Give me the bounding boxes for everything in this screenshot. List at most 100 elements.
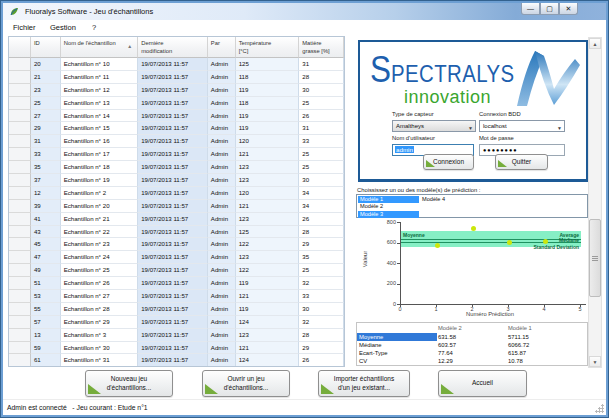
y-tick-label: 400 [374, 260, 396, 266]
sensor-type-select[interactable]: Amaltheys▼ [392, 120, 476, 132]
col-header-modification[interactable]: Dernière modification [138, 37, 208, 58]
col-header-id[interactable]: ID [31, 37, 61, 58]
table-row[interactable]: 27Echantillon n° 1419/07/2013 11:57Admin… [9, 110, 344, 123]
row-header-cell [9, 226, 31, 239]
table-cell: Echantillon n° 24 [61, 251, 139, 264]
accueil-button[interactable]: Accueil [438, 370, 527, 397]
table-row[interactable]: 61Echantillon n° 3119/07/2013 11:57Admin… [9, 354, 344, 367]
table-row[interactable]: 23Echantillon n° 1219/07/2013 11:57Admin… [9, 84, 344, 97]
table-row[interactable]: 12Echantillon n° 219/07/2013 11:57Admin1… [9, 187, 344, 200]
close-button[interactable]: ✕ [559, 3, 578, 15]
minimize-button[interactable]: — [521, 3, 540, 15]
table-cell: 19/07/2013 11:57 [138, 122, 208, 135]
model-option[interactable]: Modèle 2 [358, 203, 419, 210]
row-header-cell [9, 110, 31, 123]
table-cell: Admin [208, 213, 236, 226]
status-bar: Admin est connecté - Jeu courant : Etude… [3, 399, 606, 415]
row-header-cell [9, 58, 31, 71]
nouveau-jeu-button[interactable]: Nouveau jeu d'échantillons... [85, 370, 173, 397]
table-row[interactable]: 49Echantillon n° 2519/07/2013 11:57Admin… [9, 264, 344, 277]
menu-gestion[interactable]: Gestion [50, 23, 76, 32]
table-row[interactable]: 57Echantillon n° 2919/07/2013 11:57Admin… [9, 316, 344, 329]
scroll-thumb[interactable] [589, 219, 601, 297]
scroll-up-button[interactable]: ▲ [589, 38, 601, 49]
table-row[interactable]: 33Echantillon n° 1719/07/2013 11:57Admin… [9, 148, 344, 161]
table-cell: 19/07/2013 11:57 [138, 97, 208, 110]
row-header-cell [9, 329, 31, 342]
menu-help[interactable]: ? [92, 23, 96, 32]
col-header-temperature[interactable]: Température [°C] [236, 37, 300, 58]
table-row[interactable]: 37Echantillon n° 1919/07/2013 11:57Admin… [9, 174, 344, 187]
stats-row[interactable]: Médiane603.576066.72 [357, 341, 587, 349]
stats-col-modele1: Modèle 1 [508, 325, 532, 331]
chevron-down-icon: ▼ [468, 123, 473, 133]
table-row[interactable]: 59Echantillon n° 3019/07/2013 11:57Admin… [9, 342, 344, 355]
title-bar[interactable]: Fluoralys Software - Jeu d'échantillons … [3, 3, 606, 20]
table-cell: 25 [299, 97, 344, 110]
table-cell: Echantillon n° 11 [61, 71, 139, 84]
row-header-cell [9, 84, 31, 97]
model-option[interactable]: Modèle 1 [358, 196, 419, 203]
connexion-button[interactable]: Connexion [423, 154, 474, 170]
quitter-button[interactable]: Quitter [495, 154, 548, 170]
table-cell: 26 [299, 110, 344, 123]
table-cell: 119 [236, 277, 300, 290]
table-row[interactable]: 47Echantillon n° 2419/07/2013 11:57Admin… [9, 251, 344, 264]
table-row[interactable]: 20Echantillon n° 1019/07/2013 11:57Admin… [9, 58, 344, 71]
table-cell: 31 [31, 135, 61, 148]
row-header-cell [9, 290, 31, 303]
stats-row[interactable]: Ecart-Type77.64615.87 [357, 349, 587, 357]
ouvrir-jeu-button[interactable]: Ouvrir un jeu d'échantillons... [202, 370, 290, 397]
table-row[interactable]: 13Echantillon n° 319/07/2013 11:57Admin1… [9, 329, 344, 342]
spectralys-logo: SPECTRALYS [370, 54, 515, 88]
row-header-cell [9, 161, 31, 174]
table-cell: 19/07/2013 11:57 [138, 342, 208, 355]
table-row[interactable]: 45Echantillon n° 2319/07/2013 11:57Admin… [9, 238, 344, 251]
table-cell: 19/07/2013 11:57 [138, 58, 208, 71]
table-cell: 118 [236, 71, 300, 84]
table-row[interactable]: 25Echantillon n° 1319/07/2013 11:57Admin… [9, 97, 344, 110]
col-header-par[interactable]: Par [208, 37, 236, 58]
table-row[interactable]: 29Echantillon n° 1519/07/2013 11:57Admin… [9, 122, 344, 135]
table-row[interactable]: 21Echantillon n° 1119/07/2013 11:57Admin… [9, 71, 344, 84]
table-row[interactable]: 39Echantillon n° 2019/07/2013 11:57Admin… [9, 200, 344, 213]
table-cell: 19/07/2013 11:57 [138, 264, 208, 277]
maximize-button[interactable]: ▢ [540, 3, 559, 15]
table-cell: Echantillon n° 25 [61, 264, 139, 277]
table-row[interactable]: 53Echantillon n° 2719/07/2013 11:57Admin… [9, 290, 344, 303]
table-row[interactable]: 31Echantillon n° 1619/07/2013 11:57Admin… [9, 135, 344, 148]
x-axis-label: Numéro Prédiction [400, 311, 580, 317]
resize-grip[interactable] [595, 404, 604, 413]
table-row[interactable]: 51Echantillon n° 2619/07/2013 11:57Admin… [9, 277, 344, 290]
col-header-matiere[interactable]: Matière grasse [%] [299, 37, 344, 58]
col-header-nom[interactable]: Nom de l'échantillon▲ [61, 37, 139, 58]
row-header-cell [9, 238, 31, 251]
table-cell: 122 [236, 264, 300, 277]
table-row[interactable]: 55Echantillon n° 2819/07/2013 11:57Admin… [9, 303, 344, 316]
table-row[interactable]: 43Echantillon n° 2219/07/2013 11:57Admin… [9, 226, 344, 239]
table-cell: 19/07/2013 11:57 [138, 290, 208, 303]
vertical-scrollbar[interactable]: ▲ ▼ [588, 37, 602, 368]
username-label: Nom d'utilisateur [392, 135, 435, 141]
table-cell: Echantillon n° 31 [61, 354, 139, 367]
menu-fichier[interactable]: Fichier [13, 23, 36, 32]
model-option[interactable]: Modèle 4 [420, 196, 481, 203]
chevron-down-icon: ▼ [557, 123, 562, 133]
table-cell: 19/07/2013 11:57 [138, 226, 208, 239]
db-connection-select[interactable]: localhost▼ [479, 120, 565, 132]
model-option[interactable]: Modèle 3 [358, 211, 419, 218]
table-cell: 123 [236, 174, 300, 187]
table-cell: 35 [299, 251, 344, 264]
importer-echantillons-button[interactable]: Importer échantillons d'un jeu existant.… [318, 370, 410, 397]
stats-row[interactable]: CV12.2910.78 [357, 357, 587, 365]
stats-col-modele2: Modèle 2 [438, 325, 462, 331]
table-cell: 13 [31, 329, 61, 342]
table-cell: 55 [31, 303, 61, 316]
table-cell: 120 [236, 187, 300, 200]
table-cell: 121 [236, 148, 300, 161]
table-row[interactable]: 41Echantillon n° 2119/07/2013 11:57Admin… [9, 213, 344, 226]
table-cell: Admin [208, 290, 236, 303]
stats-row[interactable]: Moyenne631.585711.15 [357, 333, 587, 341]
scroll-down-button[interactable]: ▼ [589, 356, 601, 367]
table-row[interactable]: 35Echantillon n° 1819/07/2013 11:57Admin… [9, 161, 344, 174]
